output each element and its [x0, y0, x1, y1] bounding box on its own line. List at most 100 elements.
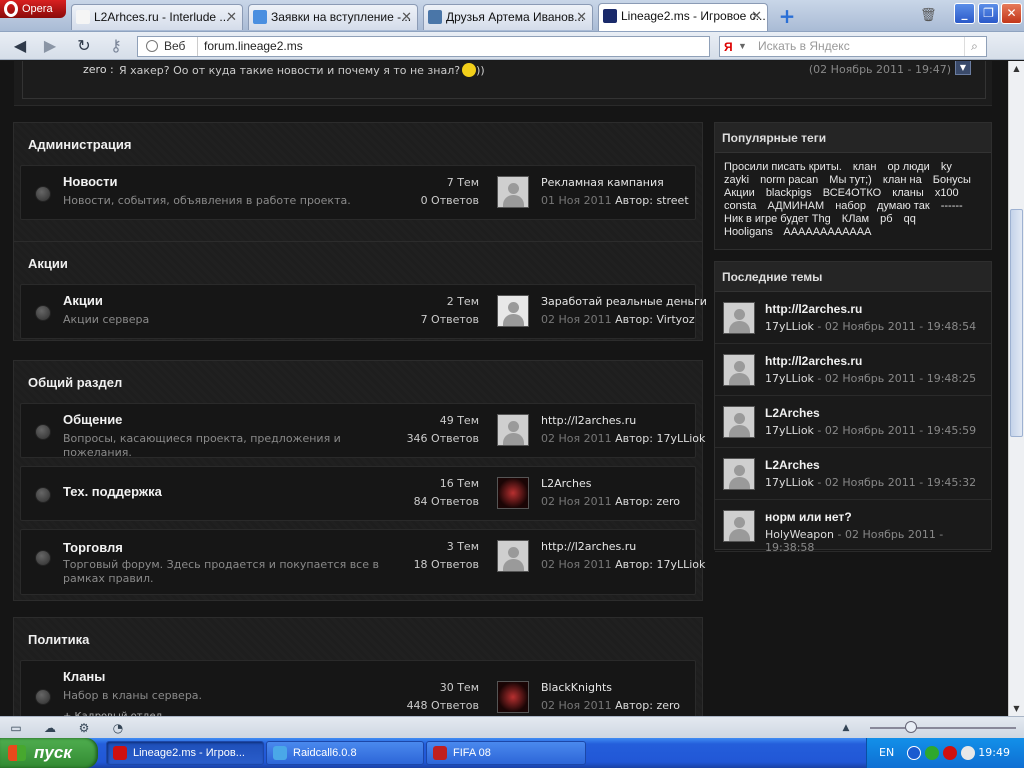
- recent-topic-author[interactable]: 17yLLiok: [765, 320, 814, 333]
- forum-title[interactable]: Акции: [63, 293, 103, 308]
- zoom-up-icon[interactable]: ▲: [838, 720, 854, 736]
- shout-scroll-down-icon[interactable]: ▼: [955, 61, 971, 75]
- last-post-title[interactable]: L2Arches: [541, 477, 591, 490]
- last-poster-avatar[interactable]: [497, 477, 529, 509]
- tag-link[interactable]: думаю так: [877, 200, 930, 212]
- turbo-cloud-icon[interactable]: ☁: [42, 720, 58, 736]
- recent-topic-author[interactable]: 17yLLiok: [765, 424, 814, 437]
- last-post-author[interactable]: 17yLLiok: [656, 432, 705, 445]
- last-post-title[interactable]: http://l2arches.ru: [541, 540, 636, 553]
- last-poster-avatar[interactable]: [497, 540, 529, 572]
- recent-topic-title[interactable]: http://l2arches.ru: [765, 354, 862, 368]
- category-title[interactable]: Администрация: [28, 137, 131, 152]
- tag-link[interactable]: Hooligans: [724, 226, 773, 238]
- last-post-author[interactable]: 17yLLiok: [656, 558, 705, 571]
- scroll-thumb[interactable]: [1010, 209, 1023, 437]
- tag-link[interactable]: AAAAAAAAAAAA: [783, 226, 871, 238]
- speed-dial-icon[interactable]: ◔: [110, 720, 126, 736]
- scroll-down-icon[interactable]: ▼: [1009, 701, 1024, 716]
- language-indicator[interactable]: EN: [879, 738, 894, 768]
- panel-toggle-icon[interactable]: ▭: [8, 720, 24, 736]
- category-title[interactable]: Политика: [28, 632, 89, 647]
- tab-close-icon[interactable]: ✕: [226, 5, 237, 29]
- forum-title[interactable]: Торговля: [63, 540, 123, 555]
- recent-topic-author[interactable]: HolyWeapon: [765, 528, 834, 541]
- tray-opera-icon[interactable]: [943, 746, 957, 760]
- browser-tab[interactable]: Друзья Артема Иванов... ✕: [423, 4, 593, 30]
- vertical-scrollbar[interactable]: ▲ ▼: [1008, 61, 1024, 716]
- back-arrow-icon[interactable]: ◀: [10, 37, 30, 55]
- close-window-button[interactable]: ✕: [1001, 3, 1022, 24]
- unite-icon[interactable]: ⚙: [76, 720, 92, 736]
- last-post-title[interactable]: http://l2arches.ru: [541, 414, 636, 427]
- tray-arrow-icon[interactable]: [907, 746, 921, 760]
- tag-link[interactable]: consta: [724, 200, 756, 212]
- scroll-up-icon[interactable]: ▲: [1009, 61, 1024, 76]
- tag-link[interactable]: клан: [853, 161, 877, 173]
- minimize-button[interactable]: _: [954, 3, 975, 24]
- tag-link[interactable]: набор: [835, 200, 866, 212]
- last-post-title[interactable]: Заработай реальные деньги: [541, 295, 707, 308]
- tab-close-icon[interactable]: ✕: [751, 4, 762, 28]
- zoom-slider-knob[interactable]: [905, 721, 917, 733]
- last-poster-avatar[interactable]: [497, 295, 529, 327]
- tray-shield-icon[interactable]: [925, 746, 939, 760]
- forum-title[interactable]: Тех. поддержка: [63, 484, 162, 499]
- tag-link[interactable]: рб: [880, 213, 892, 225]
- yandex-logo-icon[interactable]: Я: [724, 38, 733, 57]
- reload-icon[interactable]: ↻: [74, 37, 94, 55]
- last-post-author[interactable]: zero: [656, 495, 680, 508]
- last-poster-avatar[interactable]: [497, 681, 529, 713]
- tag-link[interactable]: Просили писать криты.: [724, 161, 842, 173]
- zoom-slider[interactable]: [870, 727, 1016, 729]
- recent-topic-author[interactable]: 17yLLiok: [765, 372, 814, 385]
- tag-link[interactable]: Мы тут;): [829, 174, 872, 186]
- last-post-author[interactable]: Virtyoz: [656, 313, 694, 326]
- address-bar[interactable]: Веб forum.lineage2.ms: [137, 36, 710, 57]
- search-magnifier-icon[interactable]: ⌕: [964, 37, 984, 56]
- tab-close-icon[interactable]: ✕: [576, 5, 587, 29]
- recent-topic-title[interactable]: норм или нет?: [765, 510, 852, 524]
- forum-title[interactable]: Общение: [63, 412, 122, 427]
- tray-network-icon[interactable]: [961, 746, 975, 760]
- new-tab-plus-icon[interactable]: +: [778, 6, 796, 26]
- taskbar-task-button[interactable]: FIFA 08: [426, 741, 586, 765]
- last-post-author[interactable]: zero: [656, 699, 680, 712]
- opera-menu-button[interactable]: Opera: [0, 0, 66, 18]
- tag-link[interactable]: АДМИНАМ: [767, 200, 824, 212]
- recent-topic-title[interactable]: http://l2arches.ru: [765, 302, 862, 316]
- tag-link[interactable]: кланы: [892, 187, 923, 199]
- forum-title[interactable]: Кланы: [63, 669, 105, 684]
- recent-topic-title[interactable]: L2Arches: [765, 458, 820, 472]
- tag-link[interactable]: blackpigs: [766, 187, 812, 199]
- last-post-author[interactable]: street: [656, 194, 688, 207]
- recent-topic-avatar[interactable]: [723, 510, 755, 542]
- browser-tab[interactable]: Заявки на вступление -... ✕: [248, 4, 418, 30]
- forward-arrow-icon[interactable]: ▶: [40, 37, 60, 55]
- recent-topic-avatar[interactable]: [723, 302, 755, 334]
- forum-title[interactable]: Новости: [63, 174, 118, 189]
- tag-link[interactable]: ВСЕ4ОТКО: [823, 187, 882, 199]
- trash-icon[interactable]: 🗑: [920, 8, 937, 24]
- tag-link[interactable]: КЛам: [842, 213, 869, 225]
- category-title[interactable]: Акции: [28, 256, 68, 271]
- address-url[interactable]: forum.lineage2.ms: [204, 37, 303, 56]
- browser-tab[interactable]: Lineage2.ms - Игровое с... ✕: [598, 3, 768, 31]
- recent-topic-author[interactable]: 17yLLiok: [765, 476, 814, 489]
- taskbar-task-button[interactable]: Lineage2.ms - Игров...: [106, 741, 264, 765]
- last-poster-avatar[interactable]: [497, 414, 529, 446]
- browser-tab[interactable]: L2Arhces.ru - Interlude ... ✕: [71, 4, 243, 30]
- shout-author[interactable]: zero :: [83, 63, 114, 76]
- search-placeholder[interactable]: Искать в Яндекс: [758, 37, 850, 56]
- key-icon[interactable]: ⚷: [106, 37, 126, 55]
- category-title[interactable]: Общий раздел: [28, 375, 122, 390]
- tag-link[interactable]: ------: [941, 200, 963, 212]
- recent-topic-avatar[interactable]: [723, 458, 755, 490]
- recent-topic-avatar[interactable]: [723, 354, 755, 386]
- address-web-badge[interactable]: Веб: [142, 37, 198, 56]
- search-engine-dropdown-icon[interactable]: ▼: [738, 37, 747, 56]
- tag-link[interactable]: norm pacan: [760, 174, 818, 186]
- tag-link[interactable]: ор люди: [887, 161, 929, 173]
- restore-button[interactable]: ❐: [978, 3, 999, 24]
- tag-link[interactable]: клан на: [883, 174, 922, 186]
